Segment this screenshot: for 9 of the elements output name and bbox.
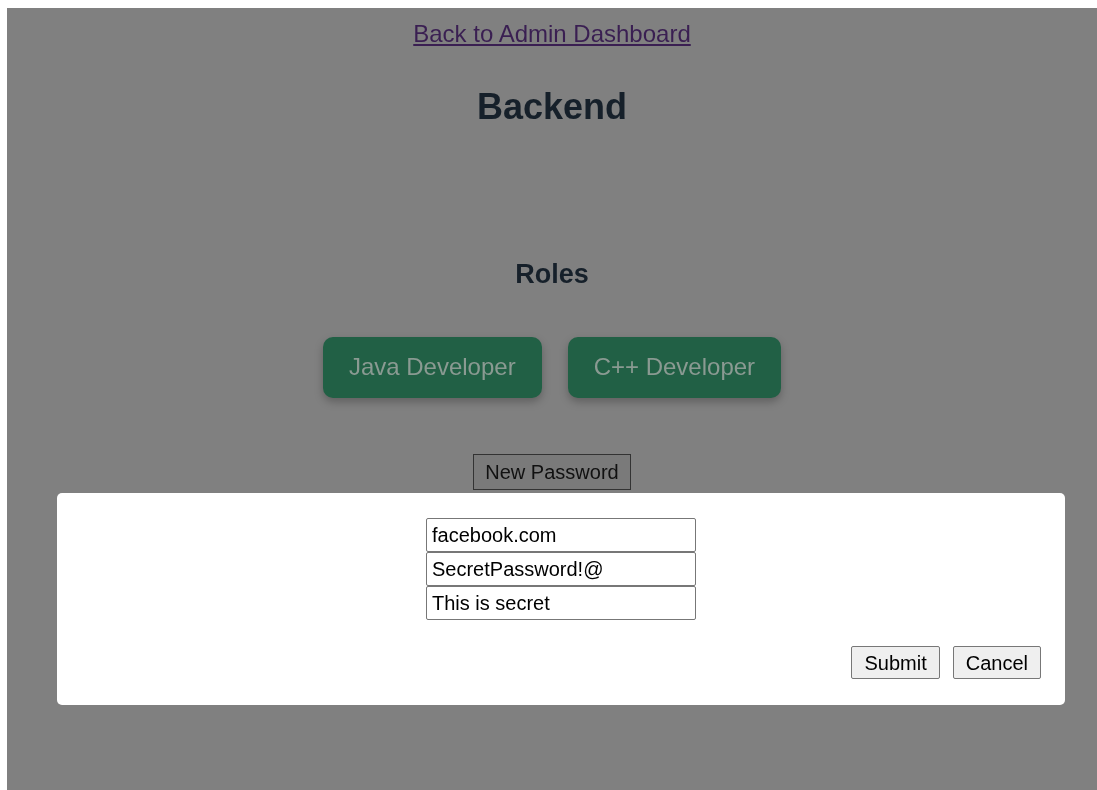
submit-button[interactable]: Submit <box>851 646 940 679</box>
input-field[interactable]: This is secret <box>426 586 696 620</box>
page-title: Backend <box>476 85 628 129</box>
cancel-button[interactable]: Cancel <box>952 646 1041 679</box>
input-field[interactable]: SecretPassword!@ <box>426 552 696 586</box>
new-password-button[interactable]: New Password <box>473 453 631 490</box>
back-link[interactable]: Back to Admin Dashboard <box>413 16 691 52</box>
section-heading: Roles <box>515 258 589 291</box>
input-field[interactable]: facebook.com <box>426 518 696 552</box>
